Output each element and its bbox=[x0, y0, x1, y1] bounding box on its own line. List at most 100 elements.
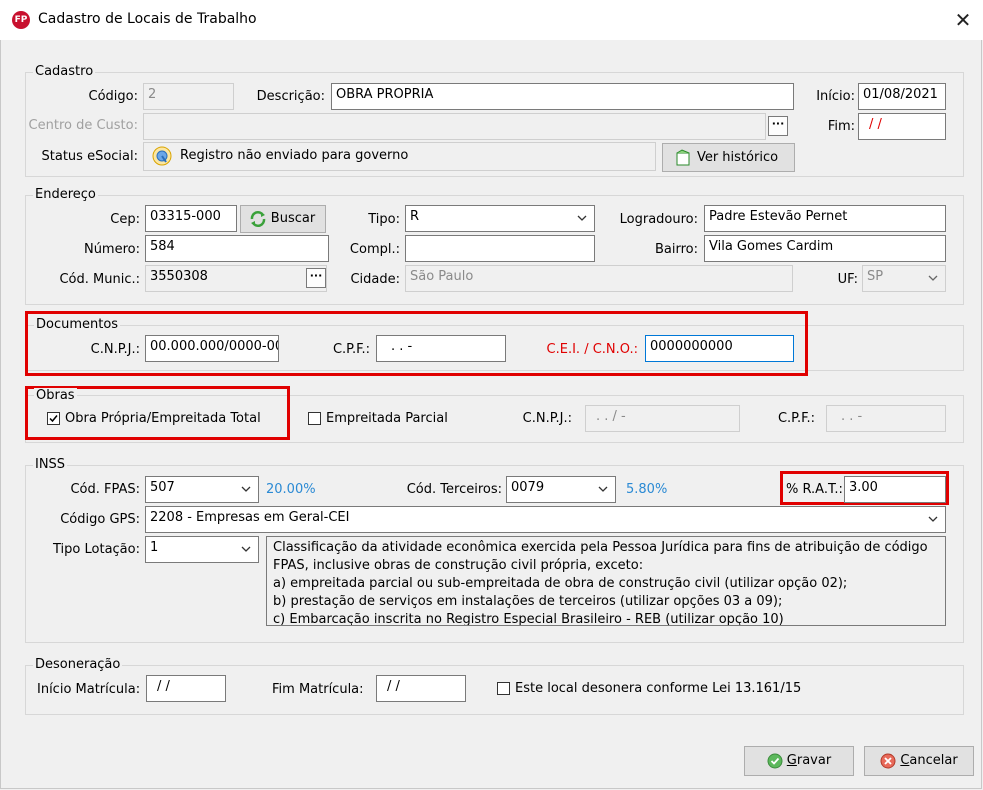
gravar-accel: G bbox=[786, 753, 797, 768]
doc-cpf-field[interactable]: . . - bbox=[376, 335, 506, 362]
uf-value: SP bbox=[867, 269, 884, 284]
chevron-down-icon bbox=[928, 275, 938, 281]
fim-field[interactable]: / / bbox=[858, 113, 946, 140]
compl-field[interactable] bbox=[405, 235, 595, 262]
cidade-label: Cidade: bbox=[350, 272, 400, 287]
documentos-group-title: Documentos bbox=[34, 317, 121, 332]
rat-label: % R.A.T.: bbox=[786, 482, 843, 497]
ver-historico-label: Ver histórico bbox=[696, 150, 779, 165]
terceiros-select[interactable]: 0079 bbox=[506, 476, 616, 503]
empreitada-parcial-checkbox[interactable] bbox=[308, 412, 321, 425]
inicio-label: Início: bbox=[816, 89, 855, 104]
bairro-field[interactable]: Vila Gomes Cardim bbox=[704, 235, 946, 262]
gravar-button[interactable]: Gravar bbox=[744, 746, 854, 776]
cod-munic-lookup-button[interactable]: ··· bbox=[306, 268, 326, 288]
lotacao-desc-line: a) empreitada parcial ou sub-empreitada … bbox=[273, 576, 848, 591]
centro-custo-label: Centro de Custo: bbox=[28, 118, 138, 133]
tipo-select[interactable]: R bbox=[405, 205, 595, 232]
chevron-down-icon bbox=[598, 486, 608, 492]
terceiros-label: Cód. Terceiros: bbox=[406, 482, 502, 497]
desonera-lei-checkbox[interactable] bbox=[497, 682, 510, 695]
tipo-label: Tipo: bbox=[368, 212, 400, 227]
cei-cno-label: C.E.I. / C.N.O.: bbox=[546, 342, 638, 357]
cancel-circle-icon bbox=[880, 753, 896, 769]
lotacao-desc-line: c) Embarcação inscrita no Registro Espec… bbox=[273, 612, 784, 626]
checkmark-icon bbox=[49, 415, 58, 423]
doc-cnpj-field[interactable]: 00.000.000/0000-00 bbox=[145, 335, 279, 362]
obras-cpf-label: C.P.F.: bbox=[777, 411, 815, 426]
logradouro-label: Logradouro: bbox=[619, 212, 698, 227]
title-bar: FP Cadastro de Locais de Trabalho ✕ bbox=[0, 0, 983, 40]
status-esocial-field: Registro não enviado para governo bbox=[143, 142, 656, 171]
cod-munic-field[interactable]: 3550308 bbox=[145, 265, 327, 292]
doc-cnpj-label: C.N.P.J.: bbox=[90, 342, 140, 357]
obras-cnpj-label: C.N.P.J.: bbox=[522, 411, 572, 426]
lotacao-description[interactable]: Classificação da atividade econômica exe… bbox=[266, 536, 946, 626]
uf-select[interactable]: SP bbox=[862, 265, 946, 292]
obra-propria-label: Obra Própria/Empreitada Total bbox=[65, 411, 261, 426]
history-icon bbox=[674, 149, 692, 167]
close-icon[interactable]: ✕ bbox=[951, 8, 975, 32]
descricao-field[interactable]: OBRA PROPRIA bbox=[331, 83, 794, 110]
cancelar-label-rest: ancelar bbox=[909, 753, 958, 768]
window-title: Cadastro de Locais de Trabalho bbox=[38, 11, 257, 27]
cep-label: Cep: bbox=[110, 212, 140, 227]
fpas-label: Cód. FPAS: bbox=[70, 482, 140, 497]
buscar-label: Buscar bbox=[270, 211, 316, 226]
inicio-matricula-field[interactable]: / / bbox=[146, 675, 226, 702]
cod-munic-label: Cód. Munic.: bbox=[59, 272, 140, 287]
numero-field[interactable]: 584 bbox=[145, 235, 329, 262]
refresh-icon bbox=[249, 210, 267, 228]
lotacao-select[interactable]: 1 bbox=[145, 536, 259, 563]
chevron-down-icon bbox=[577, 215, 587, 221]
fpas-value: 507 bbox=[150, 480, 175, 495]
terceiros-percent: 5.80% bbox=[626, 482, 668, 497]
lotacao-desc-line: FPAS, inclusive obras de construção civi… bbox=[273, 558, 644, 573]
doc-cpf-label: C.P.F.: bbox=[332, 342, 370, 357]
inss-group-title: INSS bbox=[33, 457, 68, 472]
cadastro-group-title: Cadastro bbox=[33, 64, 96, 79]
cei-cno-field[interactable]: 0000000000 bbox=[645, 335, 794, 362]
fim-matricula-field[interactable]: / / bbox=[376, 675, 466, 702]
fpas-select[interactable]: 507 bbox=[145, 476, 259, 503]
cidade-field[interactable]: São Paulo bbox=[405, 265, 793, 292]
app-icon: FP bbox=[12, 11, 30, 29]
fim-label: Fim: bbox=[827, 119, 855, 134]
uf-label: UF: bbox=[837, 272, 858, 287]
obras-cpf-field[interactable]: . . - bbox=[826, 405, 946, 432]
lotacao-label: Tipo Lotação: bbox=[53, 542, 140, 557]
obras-cnpj-field[interactable]: . . / - bbox=[585, 405, 740, 432]
tipo-value: R bbox=[410, 209, 420, 224]
chevron-down-icon bbox=[928, 516, 938, 522]
centro-custo-field[interactable] bbox=[143, 113, 766, 140]
terceiros-value: 0079 bbox=[511, 480, 545, 495]
esocial-status-icon bbox=[151, 145, 173, 167]
logradouro-field[interactable]: Padre Estevão Pernet bbox=[704, 205, 946, 232]
gps-value: 2208 - Empresas em Geral-CEI bbox=[150, 510, 350, 525]
lotacao-desc-line: b) prestação de serviços em instalações … bbox=[273, 594, 783, 609]
endereco-group-title: Endereço bbox=[33, 187, 98, 202]
rat-field[interactable]: 3.00 bbox=[844, 476, 946, 503]
status-esocial-text: Registro não enviado para governo bbox=[180, 148, 409, 163]
codigo-label: Código: bbox=[88, 89, 138, 104]
check-circle-icon bbox=[767, 753, 783, 769]
inicio-matricula-label: Início Matrícula: bbox=[37, 682, 141, 697]
obras-group-title: Obras bbox=[34, 388, 77, 403]
codigo-field[interactable]: 2 bbox=[143, 83, 234, 110]
centro-custo-lookup-button[interactable]: ··· bbox=[768, 116, 788, 136]
desoneracao-group-title: Desoneração bbox=[33, 657, 123, 672]
compl-label: Compl.: bbox=[349, 242, 400, 257]
gps-select[interactable]: 2208 - Empresas em Geral-CEI bbox=[145, 506, 946, 533]
gravar-label-rest: ravar bbox=[796, 753, 832, 768]
gps-label: Código GPS: bbox=[60, 512, 140, 527]
fim-matricula-label: Fim Matrícula: bbox=[272, 682, 364, 697]
desonera-lei-label: Este local desonera conforme Lei 13.161/… bbox=[515, 681, 802, 696]
status-esocial-label: Status eSocial: bbox=[41, 149, 138, 164]
cep-field[interactable]: 03315-000 bbox=[145, 205, 237, 232]
numero-label: Número: bbox=[83, 242, 140, 257]
chevron-down-icon bbox=[241, 486, 251, 492]
inicio-field[interactable]: 01/08/2021 bbox=[858, 83, 946, 110]
chevron-down-icon bbox=[241, 546, 251, 552]
obra-propria-checkbox[interactable] bbox=[47, 412, 60, 425]
lotacao-value: 1 bbox=[150, 540, 159, 555]
